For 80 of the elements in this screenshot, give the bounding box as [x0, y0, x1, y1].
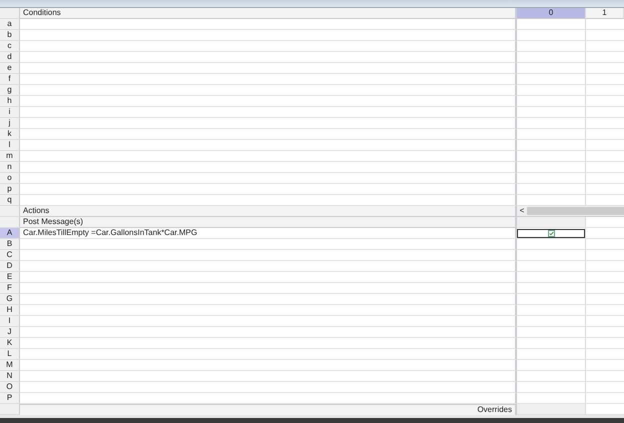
row-header[interactable]: b [0, 30, 20, 41]
column-header[interactable]: 0 [517, 8, 586, 19]
table-cell [517, 85, 586, 96]
table-cell [517, 360, 586, 371]
row-header[interactable]: C [0, 250, 20, 261]
table-cell [517, 305, 586, 316]
table-cell [517, 74, 586, 85]
column-header[interactable]: 1 [586, 8, 624, 19]
table-cell [517, 404, 586, 415]
table-cell [517, 371, 586, 382]
table-cell: Car.MilesTillEmpty =Car.GallonsInTank*Car.MPG [20, 228, 517, 239]
horizontal-scrollbar[interactable]: < [517, 206, 624, 217]
table-cell [517, 151, 586, 162]
row-header[interactable]: F [0, 283, 20, 294]
table-cell [517, 63, 586, 74]
row-header[interactable]: J [0, 327, 20, 338]
row-header[interactable]: D [0, 261, 20, 272]
table-cell [517, 140, 586, 151]
row-header[interactable]: o [0, 173, 20, 184]
table-cell [517, 118, 586, 129]
table-cell [517, 96, 586, 107]
table-cell [517, 327, 586, 338]
checkbox[interactable] [548, 230, 554, 236]
table-cell [517, 316, 586, 327]
row-header[interactable]: a [0, 19, 20, 30]
row-header[interactable]: L [0, 349, 20, 360]
row-header[interactable]: c [0, 41, 20, 52]
row-header[interactable]: H [0, 305, 20, 316]
row-header[interactable]: e [0, 63, 20, 74]
table-cell [517, 338, 586, 349]
row-header[interactable]: m [0, 151, 20, 162]
row-header[interactable]: K [0, 338, 20, 349]
table-cell [517, 382, 586, 393]
header-corner [0, 217, 20, 228]
table-cell [517, 272, 586, 283]
table-cell [517, 30, 586, 41]
row-header[interactable]: i [0, 107, 20, 118]
row-header[interactable]: M [0, 360, 20, 371]
table-cell [517, 184, 586, 195]
scroll-left-button[interactable]: < [517, 206, 527, 216]
section-subtitle: Post Message(s) [20, 217, 517, 228]
table-cell [517, 283, 586, 294]
table-cell [517, 195, 586, 206]
table-cell [517, 52, 586, 63]
section-title: Actions [20, 206, 517, 217]
row-header[interactable]: d [0, 52, 20, 63]
table-cell [517, 173, 586, 184]
overrides-label: Overrides [20, 404, 517, 415]
table-cell [517, 294, 586, 305]
row-header[interactable]: h [0, 96, 20, 107]
row-header[interactable]: q [0, 195, 20, 206]
table-cell [517, 349, 586, 360]
row-header[interactable]: B [0, 239, 20, 250]
row-header[interactable]: n [0, 162, 20, 173]
row-header[interactable]: N [0, 371, 20, 382]
checkbox-cell[interactable] [517, 228, 585, 238]
row-header[interactable]: G [0, 294, 20, 305]
row-header[interactable]: g [0, 85, 20, 96]
table-cell [517, 19, 586, 30]
table-cell [517, 107, 586, 118]
table-cell [517, 393, 586, 404]
table-cell [517, 261, 586, 272]
section-title: Conditions [20, 8, 517, 19]
table-cell [517, 250, 586, 261]
table-cell [517, 41, 586, 52]
row-header[interactable]: A [0, 228, 20, 239]
table-cell [517, 162, 586, 173]
row-header[interactable]: k [0, 129, 20, 140]
row-header[interactable]: l [0, 140, 20, 151]
table-cell [517, 129, 586, 140]
row-header[interactable]: f [0, 74, 20, 85]
row-header[interactable]: P [0, 393, 20, 404]
row-header[interactable]: O [0, 382, 20, 393]
header-corner [0, 8, 20, 19]
row-header[interactable]: I [0, 316, 20, 327]
header-corner [0, 404, 20, 415]
row-header[interactable]: p [0, 184, 20, 195]
row-header[interactable]: j [0, 118, 20, 129]
row-header[interactable]: E [0, 272, 20, 283]
header-corner [0, 206, 20, 217]
